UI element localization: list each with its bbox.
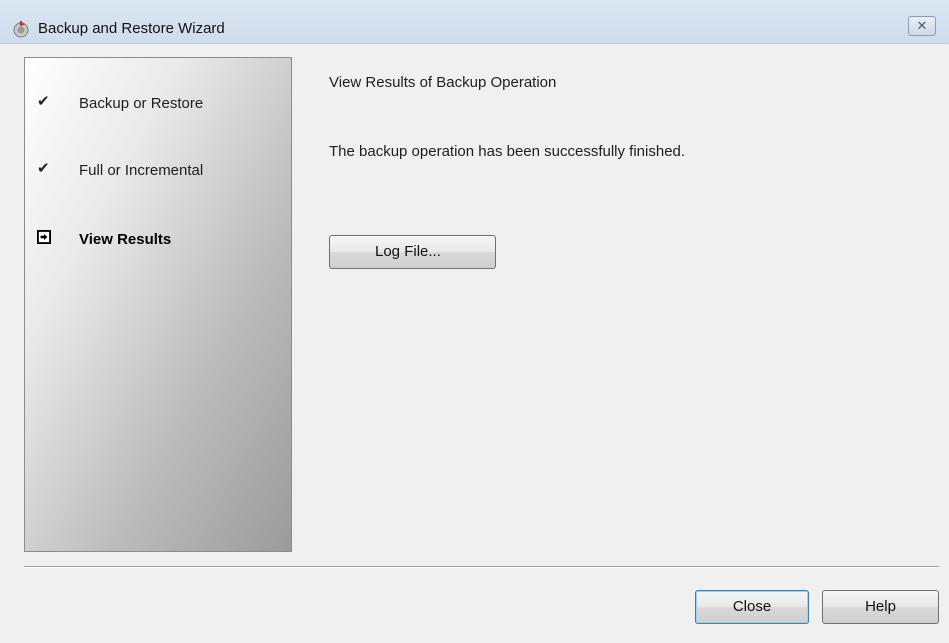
title-bar[interactable]: Backup and Restore Wizard ✕ [0, 0, 949, 44]
window-title: Backup and Restore Wizard [38, 20, 225, 37]
checkmark-icon: ✔ [37, 93, 50, 110]
log-file-button[interactable]: Log File... [329, 235, 496, 269]
step-label: Full or Incremental [79, 162, 204, 179]
close-icon: ✕ [916, 18, 928, 33]
wizard-window: Backup and Restore Wizard ✕ ✔ Backup or … [0, 0, 949, 643]
arrow-right-icon [37, 230, 51, 244]
wizard-steps-panel: ✔ Backup or Restore ✔ Full or Incrementa… [24, 57, 292, 552]
window-close-button[interactable]: ✕ [908, 16, 936, 36]
close-button[interactable]: Close [695, 590, 809, 624]
step-view-results: View Results [25, 230, 291, 254]
step-full-or-incremental: ✔ Full or Incremental [25, 161, 291, 185]
step-label: Backup or Restore [79, 95, 204, 112]
checkmark-icon: ✔ [37, 160, 50, 177]
page-title: View Results of Backup Operation [329, 74, 557, 91]
result-message: The backup operation has been successful… [329, 143, 686, 160]
step-backup-or-restore: ✔ Backup or Restore [25, 94, 291, 118]
step-label: View Results [79, 231, 172, 248]
backup-app-icon [13, 21, 29, 38]
footer-separator [24, 566, 939, 568]
help-button[interactable]: Help [822, 590, 939, 624]
